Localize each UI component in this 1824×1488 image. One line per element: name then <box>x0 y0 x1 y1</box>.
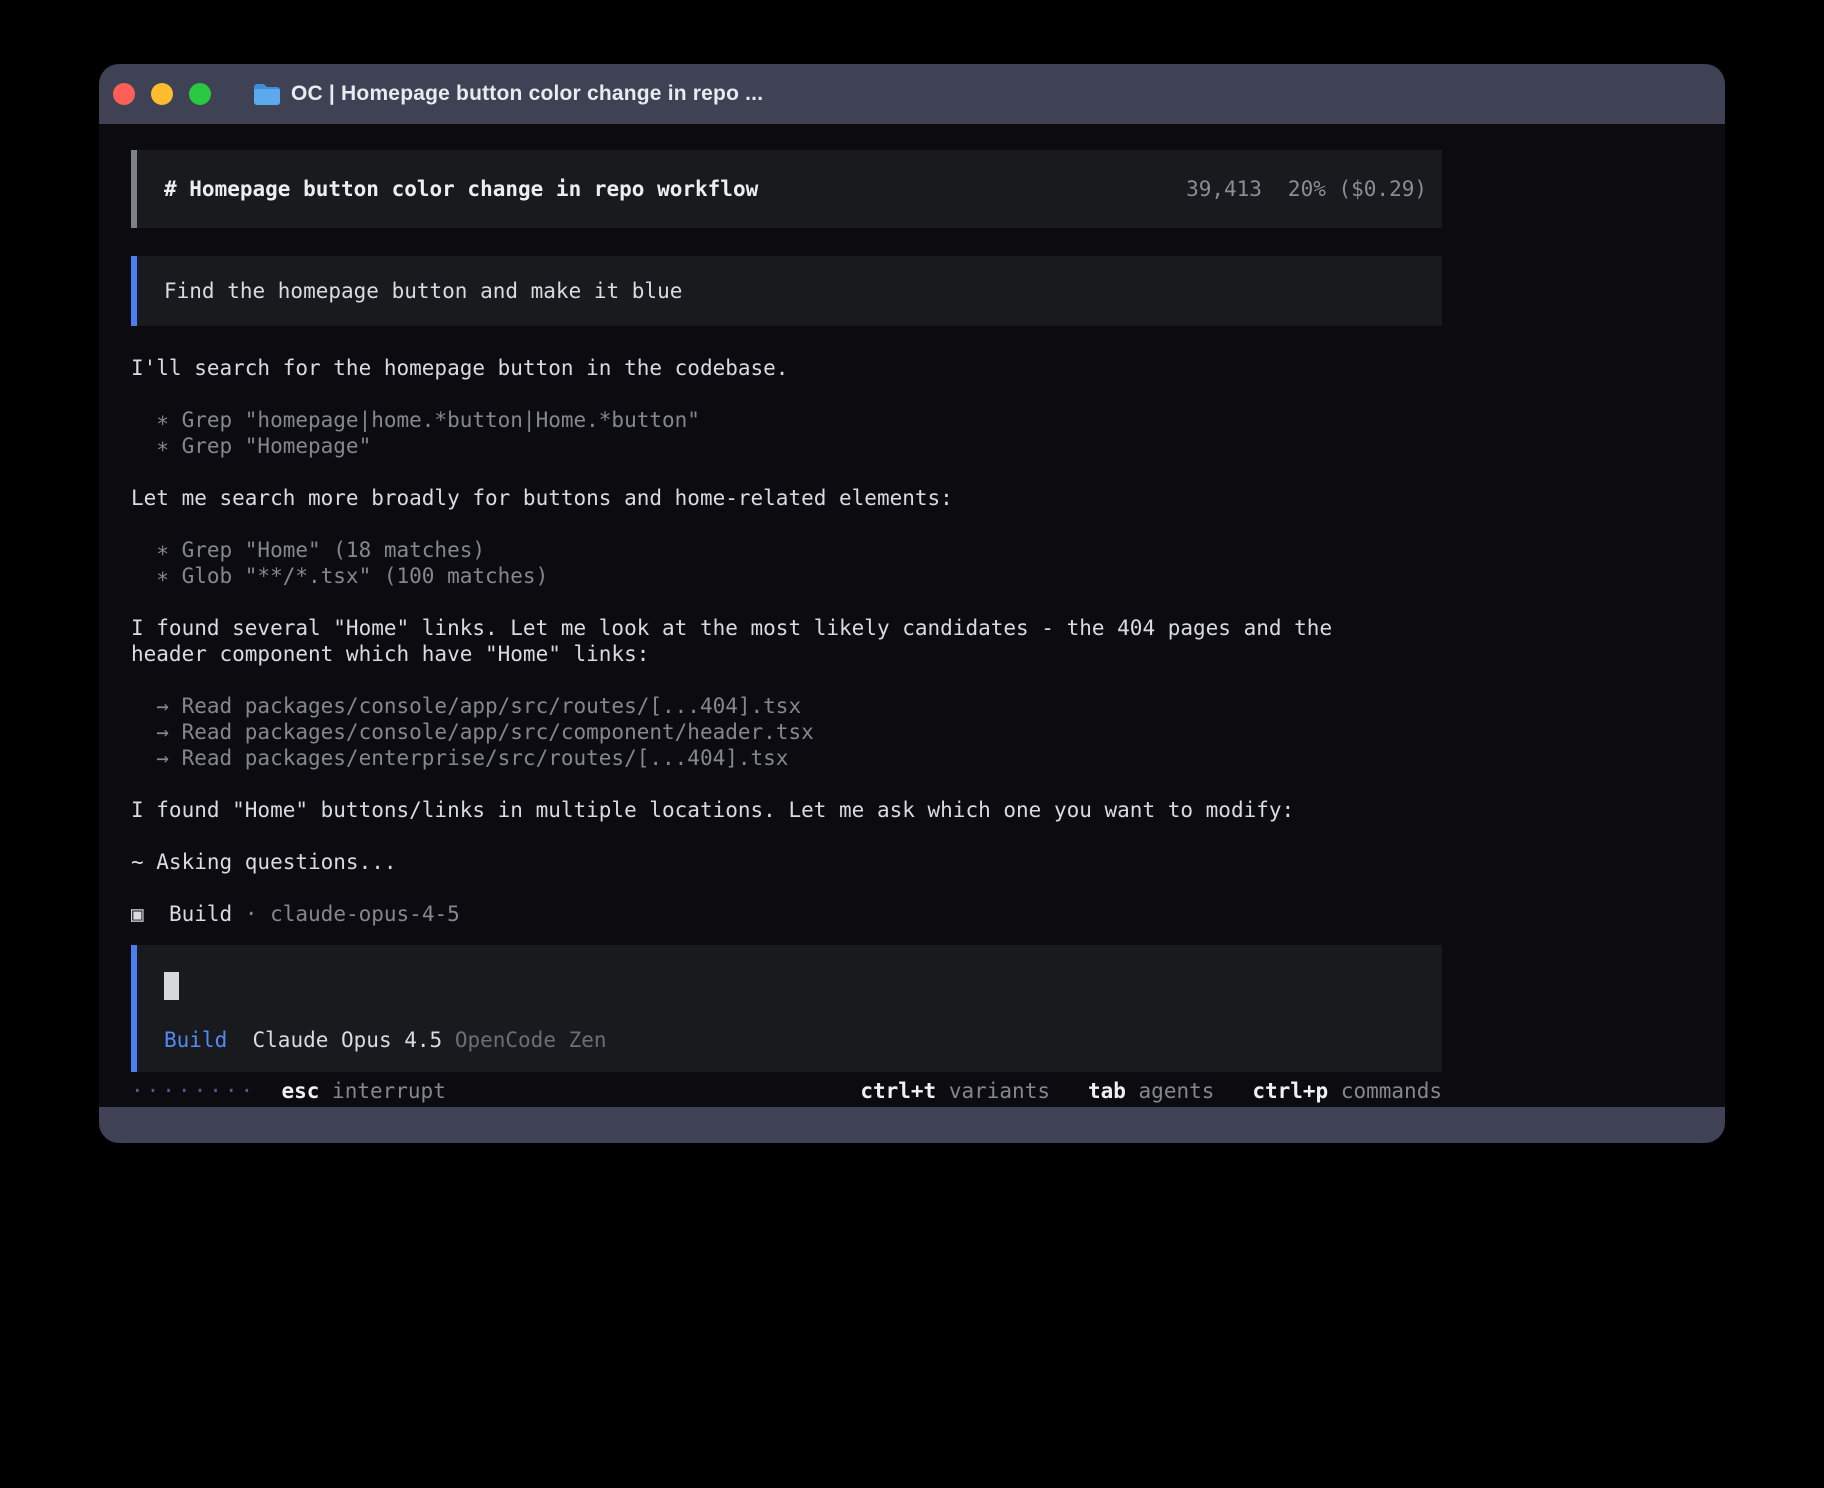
text-segment: Let me search more broadly for buttons a… <box>131 486 953 510</box>
text-segment: ctrl+p <box>1252 1079 1328 1103</box>
text-segment: Build <box>169 902 232 926</box>
text-segment: Build <box>164 1028 227 1052</box>
text-segment <box>1214 1079 1252 1103</box>
terminal-line: ∗ Grep "Homepage" <box>131 433 1442 459</box>
transcript: I'll search for the homepage button in t… <box>131 355 1442 927</box>
terminal-line: ~ Asking questions... <box>131 849 1442 875</box>
text-segment <box>1050 1079 1088 1103</box>
text-segment: ~ Asking questions... <box>131 850 397 874</box>
text-segment: interrupt <box>332 1079 446 1103</box>
terminal-line <box>131 511 1442 537</box>
terminal-line <box>131 771 1442 797</box>
text-segment: ∗ Grep "homepage|home.*button|Home.*butt… <box>131 408 700 432</box>
terminal-line <box>131 875 1442 901</box>
minimize-button[interactable] <box>151 83 173 105</box>
terminal-line: I'll search for the homepage button in t… <box>131 355 1442 381</box>
traffic-lights <box>113 83 227 105</box>
text-segment: ▣ <box>131 902 144 926</box>
text-segment: ∗ Grep "Home" (18 matches) <box>131 538 485 562</box>
terminal-line: ∗ Grep "Home" (18 matches) <box>131 537 1442 563</box>
close-button[interactable] <box>113 83 135 105</box>
terminal-line <box>131 667 1442 693</box>
terminal-line: → Read packages/enterprise/src/routes/[.… <box>131 745 1442 771</box>
input-line[interactable] <box>164 972 1415 1000</box>
terminal-line: ▣ Build · claude-opus-4-5 <box>131 901 1442 927</box>
terminal-line: Let me search more broadly for buttons a… <box>131 485 1442 511</box>
terminal-line: I found "Home" buttons/links in multiple… <box>131 797 1442 823</box>
text-segment: → Read packages/enterprise/src/routes/[.… <box>131 746 788 770</box>
text-segment: ctrl+t <box>860 1079 936 1103</box>
text-segment: → Read packages/console/app/src/componen… <box>131 720 814 744</box>
tui-content: # Homepage button color change in repo w… <box>131 150 1442 1104</box>
text-segment: · <box>232 902 270 926</box>
input-meta: Build Claude Opus 4.5 OpenCode Zen <box>164 1027 1415 1053</box>
session-header: # Homepage button color change in repo w… <box>131 150 1442 228</box>
text-segment <box>256 1079 281 1103</box>
text-segment <box>442 1028 455 1052</box>
session-stats: 39,413 20% ($0.29) <box>1186 177 1427 201</box>
window-titlebar[interactable]: OC | Homepage button color change in rep… <box>99 64 1725 124</box>
terminal-window: OC | Homepage button color change in rep… <box>99 64 1725 1143</box>
status-bar: ········ esc interrupt ctrl+t variants t… <box>131 1078 1442 1104</box>
status-left: ········ esc interrupt <box>131 1078 446 1104</box>
folder-icon <box>253 83 281 106</box>
terminal-line: ∗ Grep "homepage|home.*button|Home.*butt… <box>131 407 1442 433</box>
terminal-line: ∗ Glob "**/*.tsx" (100 matches) <box>131 563 1442 589</box>
text-segment: I'll search for the homepage button in t… <box>131 356 788 380</box>
status-right: ctrl+t variants tab agents ctrl+p comman… <box>860 1078 1442 1104</box>
user-message: Find the homepage button and make it blu… <box>131 256 1442 326</box>
text-segment: commands <box>1341 1079 1442 1103</box>
text-segment: OpenCode Zen <box>455 1028 607 1052</box>
terminal-line: → Read packages/console/app/src/componen… <box>131 719 1442 745</box>
text-segment: I found "Home" buttons/links in multiple… <box>131 798 1294 822</box>
text-segment <box>144 902 169 926</box>
text-segment <box>1126 1079 1139 1103</box>
text-segment: Claude Opus 4.5 <box>253 1028 443 1052</box>
token-count: 39,413 <box>1186 177 1262 201</box>
window-title: OC | Homepage button color change in rep… <box>291 82 763 106</box>
terminal-viewport: # Homepage button color change in repo w… <box>99 124 1725 1107</box>
text-segment: ∗ Glob "**/*.tsx" (100 matches) <box>131 564 548 588</box>
text-segment: ∗ Grep "Homepage" <box>131 434 371 458</box>
zoom-button[interactable] <box>189 83 211 105</box>
terminal-line: I found several "Home" links. Let me loo… <box>131 615 1442 641</box>
text-segment <box>1328 1079 1341 1103</box>
text-segment: I found several "Home" links. Let me loo… <box>131 616 1332 640</box>
text-segment: agents <box>1139 1079 1215 1103</box>
user-message-text: Find the homepage button and make it blu… <box>164 279 682 303</box>
terminal-line: header component which have "Home" links… <box>131 641 1442 667</box>
terminal-line <box>131 589 1442 615</box>
text-segment <box>936 1079 949 1103</box>
text-segment <box>227 1028 252 1052</box>
text-segment: → Read packages/console/app/src/routes/[… <box>131 694 801 718</box>
session-title: # Homepage button color change in repo w… <box>164 177 758 201</box>
prompt-input[interactable]: Build Claude Opus 4.5 OpenCode Zen <box>131 945 1442 1072</box>
context-usage: 20% ($0.29) <box>1288 177 1427 201</box>
desktop-background: OC | Homepage button color change in rep… <box>0 0 1824 1488</box>
text-cursor <box>164 972 179 1000</box>
text-segment: tab <box>1088 1079 1126 1103</box>
terminal-line: → Read packages/console/app/src/routes/[… <box>131 693 1442 719</box>
terminal-line <box>131 381 1442 407</box>
text-segment: variants <box>949 1079 1050 1103</box>
terminal-line <box>131 459 1442 485</box>
text-segment <box>319 1079 332 1103</box>
text-segment: esc <box>281 1079 319 1103</box>
text-segment: ········ <box>131 1079 256 1103</box>
text-segment: header component which have "Home" links… <box>131 642 649 666</box>
terminal-line <box>131 823 1442 849</box>
text-segment: claude-opus-4-5 <box>270 902 460 926</box>
